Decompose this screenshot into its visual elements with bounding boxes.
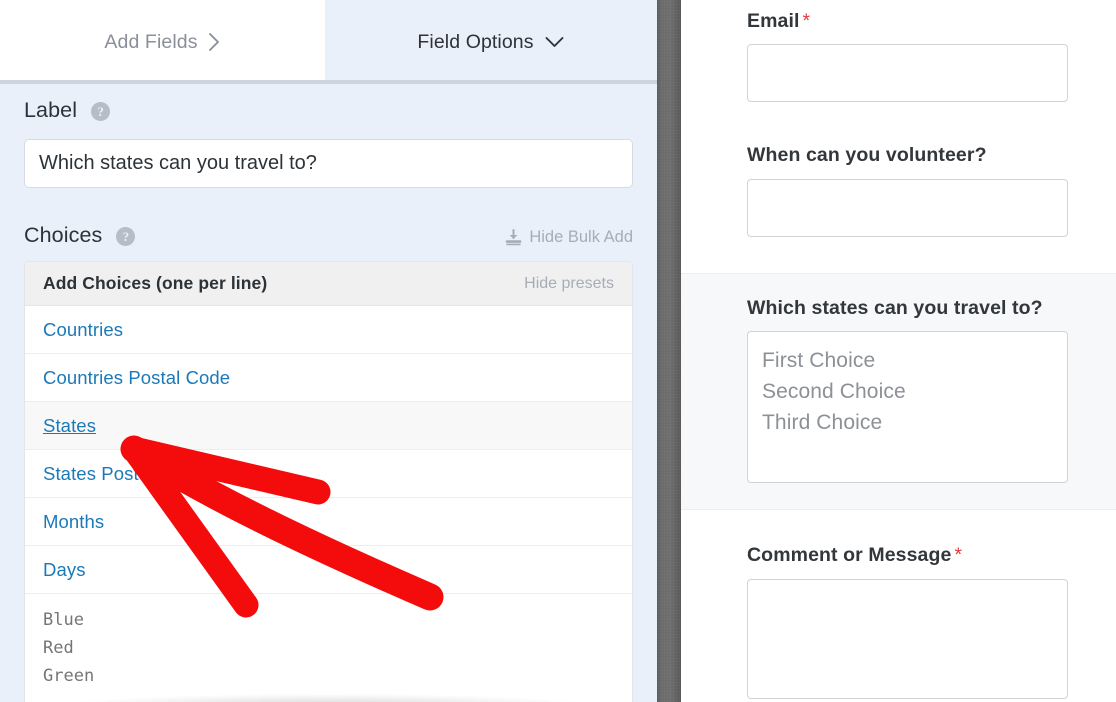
preview-states-multiselect[interactable]: First Choice Second Choice Third Choice (747, 331, 1068, 484)
help-circle-icon[interactable]: ? (91, 102, 111, 121)
preview-field-states[interactable]: Which states can you travel to? First Ch… (681, 272, 1116, 511)
hide-presets-toggle[interactable]: Hide presets (524, 275, 614, 293)
tab-field-options-label: Field Options (417, 30, 534, 53)
help-circle-icon[interactable]: ? (116, 227, 136, 246)
preview-label-text: When can you volunteer? (747, 144, 987, 167)
preset-row-months[interactable]: Months (25, 498, 632, 546)
import-download-icon (505, 228, 522, 246)
screen-root: Add Fields Field Options Label ? Which s… (0, 0, 1116, 702)
preview-volunteer-input[interactable] (747, 178, 1068, 237)
field-options-body: Label ? Choices ? (0, 84, 657, 702)
preset-link[interactable]: Months (43, 511, 104, 533)
bulk-add-textarea[interactable] (25, 594, 632, 702)
preset-link[interactable]: States Postal Code (43, 463, 203, 485)
choices-section-header: Choices ? Hide Bulk Add (0, 209, 657, 261)
preset-link[interactable]: States (43, 415, 96, 437)
preview-field-label: When can you volunteer? (747, 144, 1068, 167)
tab-add-fields-label: Add Fields (104, 30, 198, 53)
preset-list: Countries Countries Postal Code States S… (25, 306, 632, 594)
bulk-add-box: Add Choices (one per line) Hide presets … (24, 261, 633, 702)
preview-field-email[interactable]: Email * (681, 0, 1116, 103)
hide-bulk-add-toggle[interactable]: Hide Bulk Add (505, 228, 633, 247)
required-asterisk: * (802, 10, 811, 32)
tab-add-fields[interactable]: Add Fields (0, 0, 325, 84)
preset-row-states[interactable]: States (25, 402, 632, 450)
preview-option[interactable]: Second Choice (762, 376, 1067, 407)
preview-field-label: Comment or Message * (747, 544, 1068, 567)
form-preview-panel: Email * When can you volunteer? Which sta… (681, 0, 1116, 702)
preview-field-label: Which states can you travel to? (747, 297, 1068, 320)
preview-field-comment[interactable]: Comment or Message * (681, 510, 1116, 699)
preset-row-states-postal-code[interactable]: States Postal Code (25, 450, 632, 498)
preset-link[interactable]: Countries Postal Code (43, 367, 230, 389)
preset-row-days[interactable]: Days (25, 546, 632, 594)
bulk-add-header: Add Choices (one per line) Hide presets (25, 262, 632, 306)
preview-option[interactable]: Third Choice (762, 407, 1067, 438)
preview-comment-textarea[interactable] (747, 578, 1068, 699)
preview-label-text: Email (747, 10, 800, 32)
preset-row-countries[interactable]: Countries (25, 306, 632, 354)
label-section-title: Label (24, 97, 78, 122)
preview-email-input[interactable] (747, 44, 1068, 103)
preview-label-text: Comment or Message (747, 544, 952, 567)
field-options-builder-panel: Add Fields Field Options Label ? Which s… (0, 0, 657, 702)
tab-field-options[interactable]: Field Options (325, 0, 657, 84)
preset-link[interactable]: Countries (43, 319, 123, 341)
preview-label-text: Which states can you travel to? (747, 296, 1043, 319)
panel-divider-scrollbar[interactable] (657, 0, 681, 702)
preview-field-label: Email * (747, 10, 1068, 33)
required-asterisk: * (954, 544, 963, 567)
builder-tabs: Add Fields Field Options (0, 0, 657, 84)
preset-row-countries-postal-code[interactable]: Countries Postal Code (25, 354, 632, 402)
preview-field-volunteer[interactable]: When can you volunteer? (681, 102, 1116, 237)
label-input[interactable] (24, 139, 633, 188)
hide-bulk-add-label: Hide Bulk Add (529, 227, 633, 246)
preview-option[interactable]: First Choice (762, 345, 1067, 376)
preset-link[interactable]: Days (43, 559, 86, 581)
choices-section-title: Choices (24, 222, 103, 247)
bulk-add-title: Add Choices (one per line) (43, 273, 268, 293)
label-section-header: Label ? (0, 84, 657, 136)
chevron-right-icon (208, 32, 221, 52)
chevron-down-icon (544, 35, 565, 49)
